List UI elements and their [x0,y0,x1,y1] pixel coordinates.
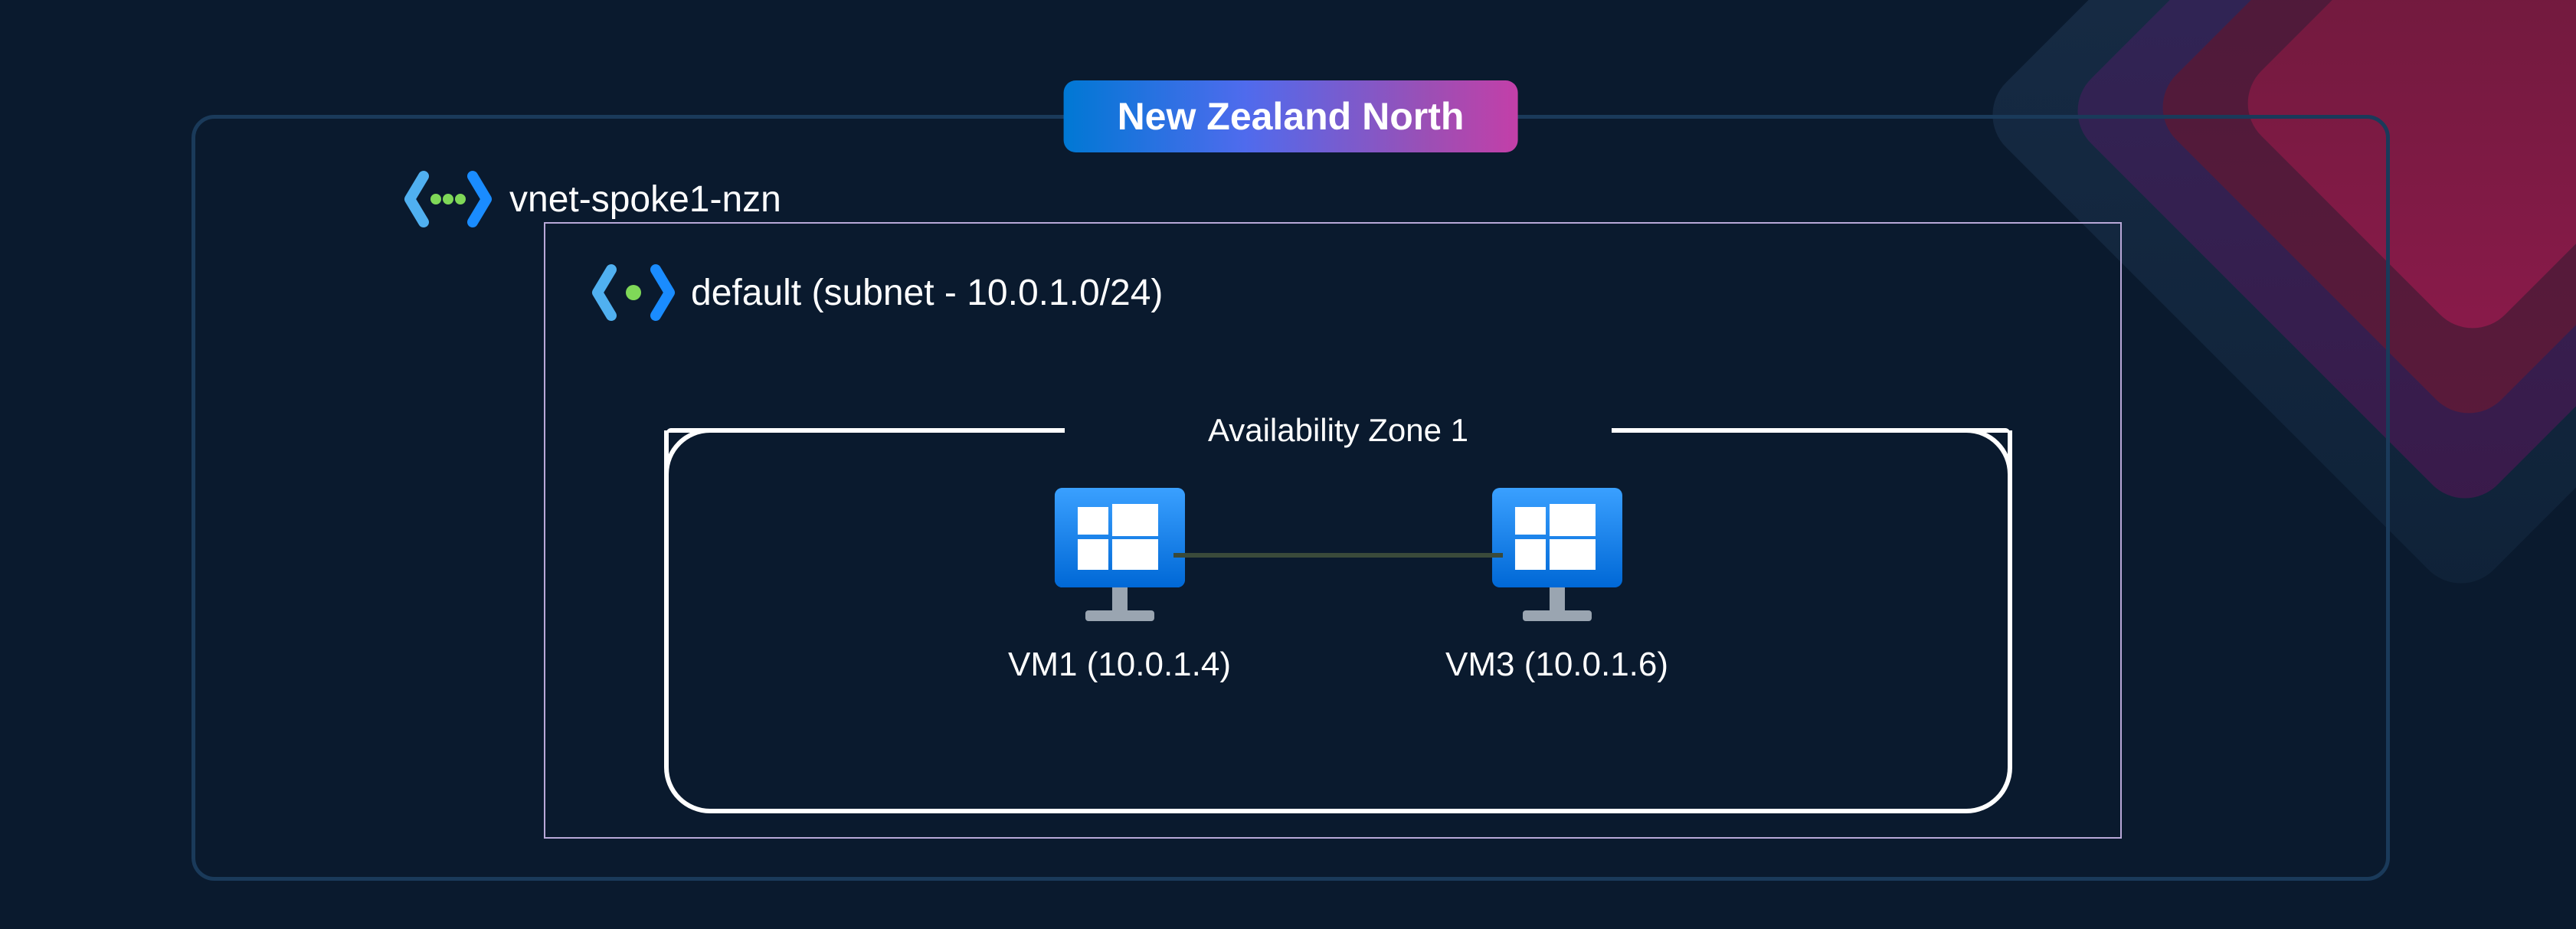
vnet-name: vnet-spoke1-nzn [509,178,781,221]
region-badge: New Zealand North [1064,80,1518,152]
vnet-icon [402,168,494,230]
vnet-header: vnet-spoke1-nzn [402,168,781,230]
vm-label: VM1 (10.0.1.4) [1008,646,1231,684]
vm-group: VM1 (10.0.1.4) [1008,476,1668,684]
vm-link [1173,553,1503,558]
availability-zone: Availability Zone 1 [664,430,2012,813]
vm-item: VM3 (10.0.1.6) [1445,476,1668,684]
subnet-header: default (subnet - 10.0.1.0/24) [591,262,1163,323]
subnet-label: default (subnet - 10.0.1.0/24) [691,272,1163,314]
subnet-icon [591,262,676,323]
region-container: New Zealand North vnet-spoke1-nzn de [191,115,2390,881]
vm-item: VM1 (10.0.1.4) [1008,476,1231,684]
availability-zone-label: Availability Zone 1 [1185,412,1491,449]
vm-label: VM3 (10.0.1.6) [1445,646,1668,684]
region-name: New Zealand North [1118,95,1465,138]
vm-icon [1481,476,1634,633]
vnet-container: default (subnet - 10.0.1.0/24) Availabil… [544,222,2122,839]
